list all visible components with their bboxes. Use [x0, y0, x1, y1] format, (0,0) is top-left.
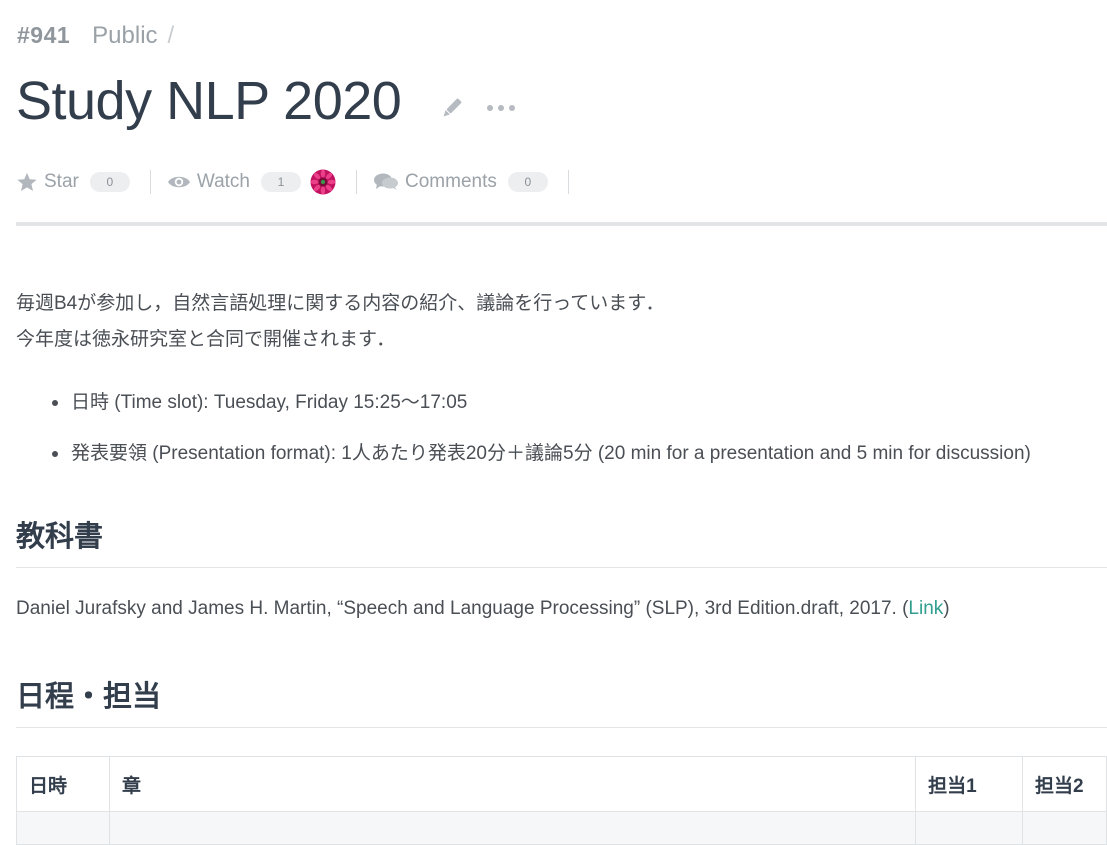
schedule-table: 日時 章 担当1 担当2 — [16, 756, 1107, 845]
star-button[interactable]: Star 0 — [16, 171, 130, 193]
breadcrumb: #941 Public / — [17, 22, 174, 52]
table-cell — [108, 811, 917, 845]
divider — [356, 170, 357, 194]
intro-text: 毎週B4が参加し，自然言語処理に関する内容の紹介、議論を行っています． 今年度は… — [16, 286, 665, 358]
textbook-text: Daniel Jurafsky and James H. Martin, “Sp… — [16, 598, 909, 619]
star-icon — [17, 172, 37, 191]
eye-icon — [167, 176, 190, 188]
visibility-label[interactable]: Public — [92, 22, 157, 50]
textbook-close: ) — [943, 598, 950, 619]
column-header-date: 日時 — [16, 756, 110, 812]
intro-line: 今年度は徳永研究室と合同で開催されます． — [16, 329, 396, 350]
table-cell — [1022, 811, 1107, 845]
page-title: Study NLP 2020 — [16, 71, 402, 131]
comments-label: Comments — [405, 171, 497, 192]
star-label: Star — [44, 171, 79, 192]
table-header-row: 日時 章 担当1 担当2 — [16, 756, 1107, 812]
divider — [567, 170, 569, 194]
post-id: #941 — [17, 22, 71, 48]
page: #941 Public / Study NLP 2020 Star 0 Watc… — [0, 0, 1107, 845]
column-header-chapter: 章 — [108, 756, 917, 812]
header-divider — [16, 222, 1107, 226]
column-header-presenter2: 担当2 — [1022, 756, 1107, 812]
textbook-heading: 教科書 — [16, 521, 104, 553]
textbook-link[interactable]: Link — [908, 598, 943, 619]
table-row — [16, 811, 1107, 845]
list-item: 日時 (Time slot): Tuesday, Friday 15:25〜17… — [16, 386, 1031, 437]
action-bar: Star 0 Watch 1 Comments 0 — [16, 166, 585, 198]
info-list: 日時 (Time slot): Tuesday, Friday 15:25〜17… — [16, 386, 1031, 488]
title-row: Study NLP 2020 — [16, 66, 516, 136]
comments-icon — [374, 173, 398, 190]
watch-button[interactable]: Watch 1 — [167, 171, 301, 193]
breadcrumb-separator: / — [167, 22, 175, 49]
column-header-presenter1: 担当1 — [915, 756, 1024, 812]
more-dots-icon[interactable] — [487, 105, 516, 111]
watch-label: Watch — [196, 171, 250, 192]
heading-rule — [16, 727, 1107, 728]
comments-count: 0 — [507, 172, 548, 192]
star-count: 0 — [89, 172, 130, 192]
flower-avatar[interactable] — [310, 169, 336, 195]
table-cell — [915, 811, 1024, 845]
heading-rule — [16, 567, 1107, 568]
textbook-reference: Daniel Jurafsky and James H. Martin, “Sp… — [16, 598, 950, 620]
table-cell — [16, 811, 110, 845]
watch-count: 1 — [261, 172, 301, 192]
intro-line: 毎週B4が参加し，自然言語処理に関する内容の紹介、議論を行っています． — [16, 293, 665, 314]
pencil-icon[interactable] — [439, 95, 465, 121]
divider — [149, 170, 151, 194]
comments-button[interactable]: Comments 0 — [373, 171, 548, 193]
schedule-heading: 日程・担当 — [16, 681, 162, 713]
list-item: 発表要領 (Presentation format): 1人あたり発表20分＋議… — [16, 437, 1031, 488]
